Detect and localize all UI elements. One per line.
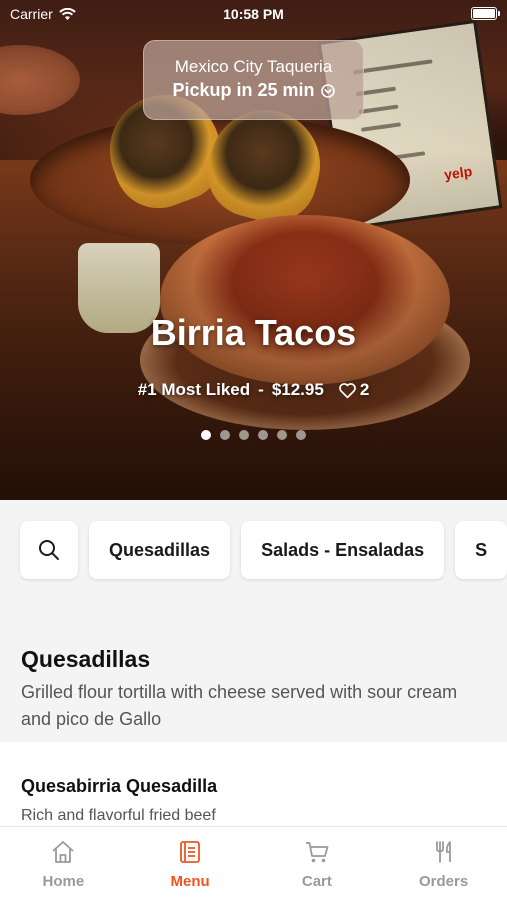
heart-icon	[338, 382, 356, 398]
battery-icon	[471, 7, 500, 20]
pickup-time: Pickup in 25 min	[144, 80, 363, 101]
carousel-dot[interactable]	[258, 430, 268, 440]
utensils-icon	[435, 841, 451, 863]
category-list: Quesadillas Salads - Ensaladas S	[20, 521, 507, 579]
category-chip-salads[interactable]: Salads - Ensaladas	[241, 521, 445, 579]
home-icon	[52, 841, 74, 863]
carousel-dot[interactable]	[277, 430, 287, 440]
carousel-dot[interactable]	[220, 430, 230, 440]
featured-rank: #1 Most Liked	[137, 380, 251, 399]
carousel-dot[interactable]	[239, 430, 249, 440]
carousel-dots[interactable]	[0, 430, 507, 440]
search-icon	[39, 540, 59, 560]
section-description: Grilled flour tortilla with cheese serve…	[21, 682, 458, 729]
section-title: Quesadillas	[21, 646, 151, 672]
meta-separator: -	[258, 380, 264, 399]
cart-icon	[305, 842, 329, 863]
menu-item-title: Quesabirria Quesadilla	[21, 776, 218, 796]
category-bar: Quesadillas Salads - Ensaladas S	[0, 500, 507, 610]
restaurant-name: Mexico City Taqueria	[174, 57, 333, 76]
tab-orders[interactable]: Orders	[380, 827, 507, 900]
tab-menu-label: Menu	[170, 873, 210, 890]
status-bar: Carrier 10:58 PM	[0, 0, 507, 28]
featured-price: $12.95	[271, 380, 324, 399]
tab-orders-label: Orders	[419, 873, 469, 890]
restaurant-pickup-selector[interactable]: Mexico City Taqueria Pickup in 25 min	[143, 40, 364, 120]
tab-cart-label: Cart	[301, 873, 332, 890]
category-chip-next[interactable]: S	[455, 521, 507, 579]
menu-item-description: Rich and flavorful fried beef	[21, 807, 216, 824]
tab-home[interactable]: Home	[0, 827, 127, 900]
menu-section-header: Quesadillas Grilled flour tortilla with …	[0, 610, 507, 742]
pickup-label: Pickup in 25 min	[172, 80, 315, 100]
carousel-dot[interactable]	[296, 430, 306, 440]
tab-cart[interactable]: Cart	[254, 827, 381, 900]
tab-home-label: Home	[42, 873, 85, 890]
tab-menu[interactable]: Menu	[127, 827, 254, 900]
like-button[interactable]: 2	[338, 380, 369, 400]
carousel-dot[interactable]	[201, 430, 211, 440]
search-button[interactable]	[20, 521, 78, 579]
featured-dish-title[interactable]: Birria Tacos	[0, 312, 507, 354]
chevron-down-circle-icon	[320, 83, 335, 98]
like-count: 2	[359, 380, 370, 399]
featured-dish-meta: #1 Most Liked - $12.95 2	[0, 380, 507, 400]
tab-bar: Home Menu Cart Orders	[0, 826, 507, 900]
menu-item[interactable]: Quesabirria Quesadilla Rich and flavorfu…	[0, 742, 507, 832]
status-time: 10:58 PM	[223, 6, 284, 22]
category-chip-quesadillas[interactable]: Quesadillas	[89, 521, 231, 579]
menu-book-icon	[180, 841, 201, 863]
